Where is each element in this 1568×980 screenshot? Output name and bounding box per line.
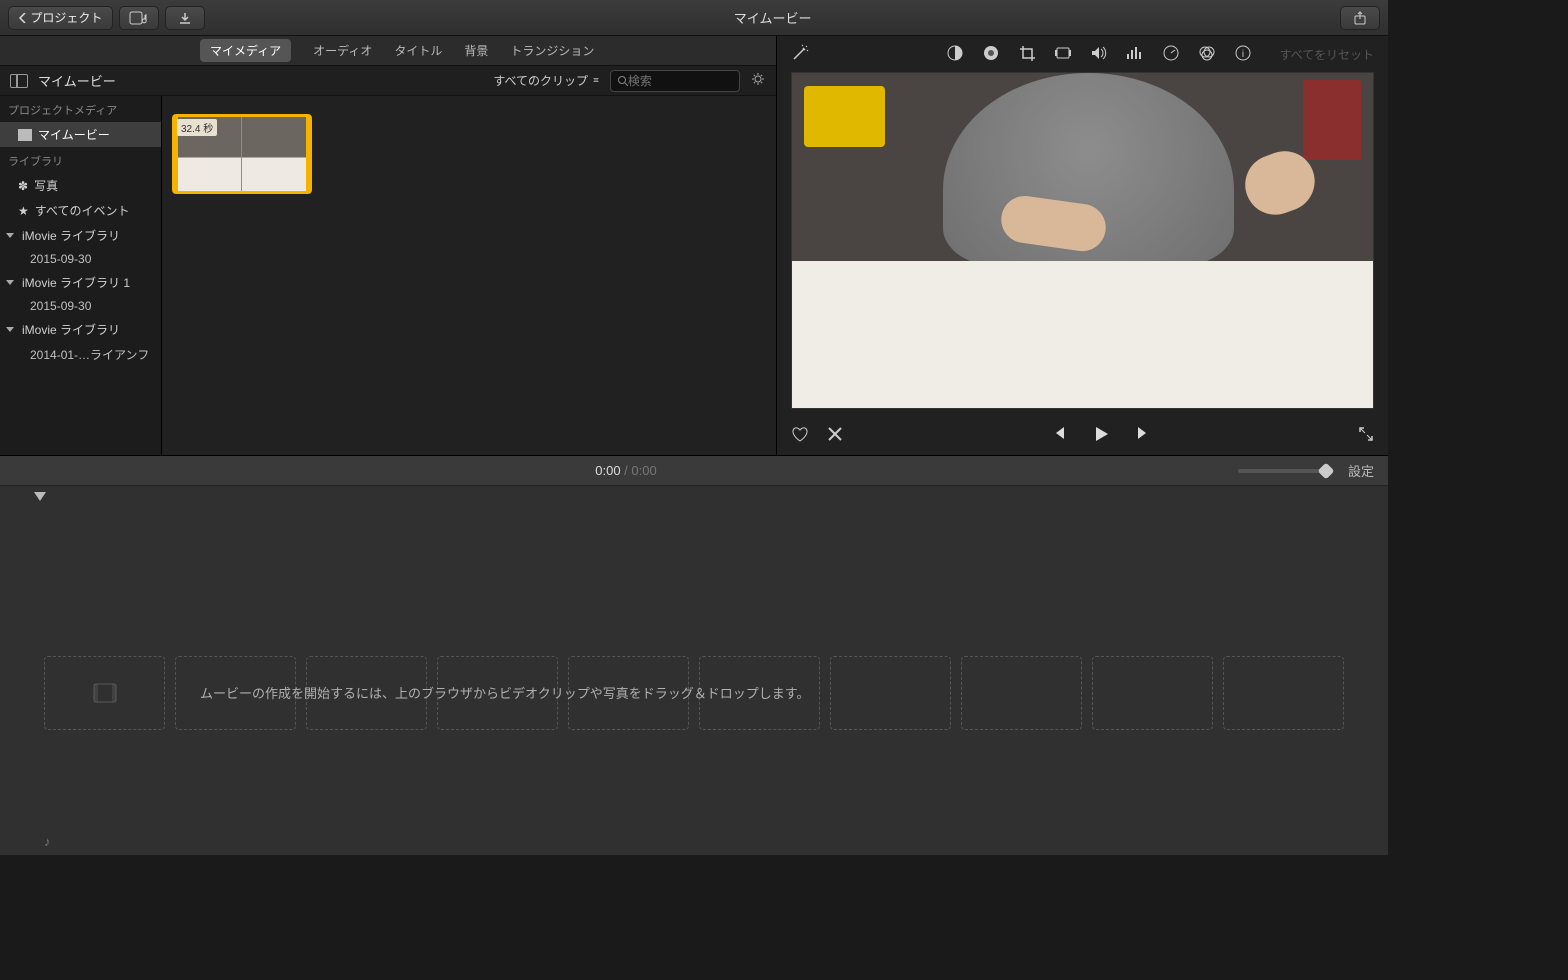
timeline-hint: ムービーの作成を開始するには、上のブラウザからビデオクリップや写真をドラッグ＆ド… [200,683,809,702]
flower-icon: ✽ [18,179,28,193]
sidebar-item-my-movie[interactable]: マイムービー [0,122,161,147]
settings-gear-icon[interactable] [750,71,766,90]
fullscreen-icon[interactable] [1358,426,1374,445]
timeline: 0:00 / 0:00 設定 ムービーの作成を開始するには、上のブ [0,455,1388,855]
reject-icon[interactable] [827,426,843,445]
sidebar-item-photos[interactable]: ✽ 写真 [0,173,161,198]
titlebar: プロジェクト マイムービー [0,0,1388,36]
playhead[interactable] [40,492,41,861]
window-title: マイムービー [205,8,1340,27]
clip-filter-dropdown[interactable]: すべてのクリップ [493,72,600,89]
color-correction-icon[interactable] [982,44,1000,65]
browser-title: マイムービー [38,71,116,90]
search-box[interactable] [610,70,740,92]
star-icon: ★ [18,204,29,218]
prev-frame-icon[interactable] [1050,425,1066,446]
color-balance-icon[interactable] [946,44,964,65]
sidebar: プロジェクトメディア マイムービー ライブラリ ✽ 写真 ★ すべてのイベント … [0,96,162,455]
sidebar-item-all-events[interactable]: ★ すべてのイベント [0,198,161,223]
favorite-icon[interactable] [791,426,809,445]
import-button[interactable] [165,6,205,30]
sidebar-item-lib2[interactable]: iMovie ライブラリ 1 [0,270,161,295]
film-icon [92,682,118,704]
timeline-slot[interactable] [961,656,1082,730]
tab-my-media[interactable]: マイメディア [200,39,291,62]
clip-duration-badge: 32.4 秒 [177,119,217,136]
disclosure-triangle-icon[interactable] [6,327,14,332]
sidebar-item-lib3-event[interactable]: 2014-01-…ライアンフ [0,342,161,367]
library-music-button[interactable] [119,6,159,30]
viewer-toolbar: i すべてをリセット [777,36,1388,72]
tab-titles[interactable]: タイトル [394,42,442,59]
search-input[interactable] [628,74,733,88]
timeline-slot[interactable] [1223,656,1344,730]
back-button[interactable]: プロジェクト [8,6,113,30]
clapper-icon [18,129,32,141]
browser-toolbar: マイムービー すべてのクリップ [0,66,776,96]
sidebar-library-header: ライブラリ [0,147,161,173]
sidebar-toggle-icon[interactable] [10,74,28,88]
play-icon[interactable] [1092,425,1110,446]
tab-audio[interactable]: オーディオ [313,42,372,59]
volume-icon[interactable] [1090,45,1108,64]
equalizer-icon[interactable] [1126,46,1144,63]
filters-icon[interactable] [1198,44,1216,65]
preview-frame[interactable] [792,73,1373,408]
timeline-slot[interactable] [44,656,165,730]
disclosure-triangle-icon[interactable] [6,233,14,238]
sidebar-item-lib3[interactable]: iMovie ライブラリ [0,317,161,342]
enhance-wand-icon[interactable] [791,44,809,65]
clip-trim-handle-right[interactable] [306,117,312,191]
timeline-header: 0:00 / 0:00 設定 [0,456,1388,486]
disclosure-triangle-icon[interactable] [6,280,14,285]
info-icon[interactable]: i [1234,44,1252,65]
search-icon [617,75,628,87]
clip-browser[interactable]: 32.4 秒 [162,96,776,455]
crop-icon[interactable] [1018,44,1036,65]
speed-icon[interactable] [1162,44,1180,65]
tab-backgrounds[interactable]: 背景 [464,42,488,59]
reset-all-button[interactable]: すべてをリセット [1280,46,1374,63]
sidebar-item-lib2-event[interactable]: 2015-09-30 [0,295,161,317]
stabilize-icon[interactable] [1054,46,1072,63]
video-clip[interactable]: 32.4 秒 [172,114,312,194]
svg-text:i: i [1241,49,1243,60]
sidebar-item-lib1[interactable]: iMovie ライブラリ [0,223,161,248]
next-frame-icon[interactable] [1136,425,1152,446]
timeline-slot[interactable] [1092,656,1213,730]
sidebar-item-lib1-event[interactable]: 2015-09-30 [0,248,161,270]
preview-viewer [791,72,1374,409]
timeline-settings-button[interactable]: 設定 [1348,461,1374,480]
timecode: 0:00 / 0:00 [14,463,1238,478]
back-label: プロジェクト [30,9,102,26]
share-button[interactable] [1340,6,1380,30]
audio-track-icon[interactable]: ♪ [44,834,51,849]
zoom-slider[interactable] [1238,469,1328,473]
sidebar-project-media-header: プロジェクトメディア [0,96,161,122]
timeline-slot[interactable] [830,656,951,730]
tab-transitions[interactable]: トランジション [510,42,594,59]
playback-controls [777,415,1388,455]
timeline-track-area[interactable]: ムービーの作成を開始するには、上のブラウザからビデオクリップや写真をドラッグ＆ド… [0,486,1388,855]
media-tabs: マイメディア オーディオ タイトル 背景 トランジション [0,36,776,66]
